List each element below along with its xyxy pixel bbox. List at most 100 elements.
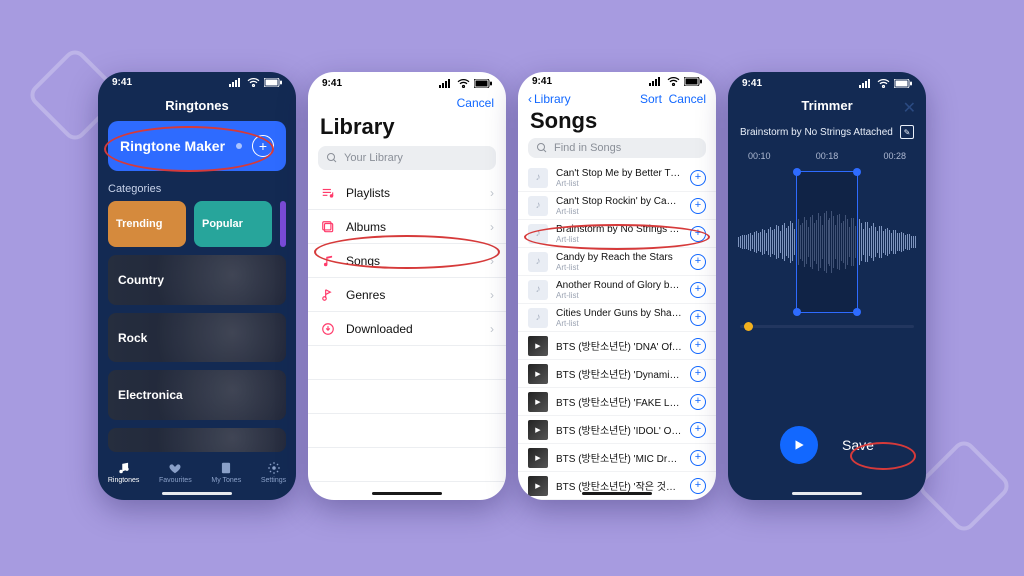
- song-row[interactable]: ♪ Can't Stop Me by Better TimesArt-list +: [518, 164, 716, 192]
- sort-button[interactable]: Sort: [640, 92, 662, 106]
- add-song-icon[interactable]: +: [690, 450, 706, 466]
- track-row: Brainstorm by No Strings Attached ✎: [728, 119, 926, 145]
- add-song-icon[interactable]: +: [690, 394, 706, 410]
- add-song-icon[interactable]: +: [690, 226, 706, 242]
- add-song-icon[interactable]: +: [690, 310, 706, 326]
- song-row[interactable]: ♪Can't Stop Rockin' by Can't Get E…Art-l…: [518, 192, 716, 220]
- music-note-icon: ♪: [528, 168, 548, 188]
- video-thumb: [528, 476, 548, 496]
- song-row[interactable]: ♪Candy by Reach the StarsArt-list+: [518, 248, 716, 276]
- play-button[interactable]: [780, 426, 818, 464]
- top-bar: ‹Library Sort Cancel: [518, 90, 716, 108]
- chip-trending[interactable]: Trending: [108, 201, 186, 247]
- categories-label: Categories: [108, 183, 286, 195]
- search-input[interactable]: Find in Songs: [528, 138, 706, 158]
- save-button[interactable]: Save: [842, 437, 874, 453]
- album-icon: [320, 220, 336, 234]
- status-icons: [229, 78, 282, 87]
- song-row[interactable]: BTS (방탄소년단) 'MIC Drop (Steve… +: [518, 444, 716, 472]
- music-note-icon: ♪: [528, 224, 548, 244]
- genre-row-country[interactable]: Country: [108, 255, 286, 305]
- phone-trimmer: 9:41 Trimmer ✕ Brainstorm by No Strings …: [728, 72, 926, 500]
- chip-more[interactable]: [280, 201, 286, 247]
- music-note-icon: ♪: [528, 280, 548, 300]
- tab-mytones[interactable]: My Tones: [211, 461, 241, 484]
- song-text: BTS (방탄소년단) 'FAKE LOVE' Offi…: [556, 394, 682, 409]
- edit-icon[interactable]: ✎: [900, 125, 914, 139]
- song-text: Cities Under Guns by Sharp Thin…Art-list: [556, 308, 682, 328]
- song-text: BTS (방탄소년단) 'IDOL' Official MV: [556, 422, 682, 437]
- categories-section: Categories Trending Popular: [98, 181, 296, 247]
- chevron-left-icon: ‹: [528, 92, 532, 106]
- page-title: Library: [308, 112, 506, 146]
- add-song-icon[interactable]: +: [690, 422, 706, 438]
- signal-icon: [439, 79, 453, 88]
- genre-icon: [320, 288, 336, 302]
- add-song-icon[interactable]: +: [690, 338, 706, 354]
- genre-row-rock[interactable]: Rock: [108, 313, 286, 363]
- add-song-icon[interactable]: +: [690, 254, 706, 270]
- chevron-right-icon: ›: [490, 322, 494, 336]
- category-chips: Trending Popular: [108, 201, 286, 247]
- status-icons: [439, 79, 492, 88]
- search-icon: [326, 152, 338, 164]
- song-row[interactable]: BTS (방탄소년단) 'DNA' Official MV+: [518, 332, 716, 360]
- ringtone-maker-card[interactable]: Ringtone Maker +: [108, 121, 286, 171]
- genre-row-partial[interactable]: [108, 428, 286, 452]
- waveform[interactable]: [738, 167, 916, 317]
- chevron-right-icon: ›: [490, 254, 494, 268]
- video-thumb: [528, 336, 548, 356]
- phones-row: 9:41 Ringtones Ringtone Maker + Categori…: [0, 72, 1024, 500]
- search-icon: [536, 142, 548, 154]
- song-text: BTS (방탄소년단) 'Dynamite' Offici…: [556, 366, 682, 381]
- status-time: 9:41: [322, 78, 342, 89]
- library-item-playlists[interactable]: Playlists›: [308, 176, 506, 210]
- song-row[interactable]: BTS (방탄소년단) 'IDOL' Official MV +: [518, 416, 716, 444]
- cancel-button[interactable]: Cancel: [308, 94, 506, 112]
- battery-icon: [264, 78, 282, 87]
- battery-icon: [474, 79, 492, 88]
- song-text: BTS (방탄소년단) 'MIC Drop (Steve…: [556, 450, 682, 465]
- search-input[interactable]: Your Library: [318, 146, 496, 170]
- library-item-genres[interactable]: Genres›: [308, 278, 506, 312]
- add-song-icon[interactable]: +: [690, 170, 706, 186]
- status-bar: 9:41: [98, 72, 296, 94]
- add-song-icon[interactable]: +: [690, 366, 706, 382]
- song-row[interactable]: BTS (방탄소년단) 'Dynamite' Offici… +: [518, 360, 716, 388]
- trim-selection[interactable]: [796, 171, 858, 313]
- video-thumb: [528, 364, 548, 384]
- song-row[interactable]: ♪ Brainstorm by No Strings AttachedArt-li…: [518, 220, 716, 248]
- song-text: Another Round of Glory by The R…Art-list: [556, 280, 682, 300]
- song-row[interactable]: BTS (방탄소년단) '작은 것들을 위한…+: [518, 472, 716, 500]
- status-icons: [649, 77, 702, 86]
- song-row[interactable]: BTS (방탄소년단) 'FAKE LOVE' Offi… +: [518, 388, 716, 416]
- tab-ringtones[interactable]: Ringtones: [108, 461, 140, 484]
- status-time: 9:41: [742, 78, 762, 89]
- add-song-icon[interactable]: +: [690, 478, 706, 494]
- home-indicator: [792, 492, 862, 495]
- library-item-albums[interactable]: Albums›: [308, 210, 506, 244]
- page-title: Ringtones: [98, 94, 296, 121]
- signal-icon: [229, 78, 243, 87]
- song-icon: [320, 254, 336, 268]
- chip-popular[interactable]: Popular: [194, 201, 272, 247]
- genre-row-electronica[interactable]: Electronica: [108, 370, 286, 420]
- add-song-icon[interactable]: +: [690, 282, 706, 298]
- song-text: Can't Stop Me by Better TimesArt-list: [556, 168, 682, 188]
- add-icon[interactable]: +: [252, 135, 274, 157]
- close-icon[interactable]: ✕: [903, 98, 916, 118]
- library-item-downloaded[interactable]: Downloaded›: [308, 312, 506, 346]
- song-row[interactable]: ♪ Another Round of Glory by The R…Art-lis…: [518, 276, 716, 304]
- cancel-button[interactable]: Cancel: [669, 92, 706, 106]
- phone-ringtones: 9:41 Ringtones Ringtone Maker + Categori…: [98, 72, 296, 500]
- progress-bar[interactable]: [740, 325, 914, 328]
- song-row[interactable]: ♪Cities Under Guns by Sharp Thin…Art-lis…: [518, 304, 716, 332]
- progress-handle[interactable]: [744, 322, 753, 331]
- tab-favourites[interactable]: Favourites: [159, 461, 192, 484]
- song-text: Brainstorm by No Strings AttachedArt-lis…: [556, 224, 682, 244]
- back-button[interactable]: ‹Library: [528, 92, 571, 106]
- add-song-icon[interactable]: +: [690, 198, 706, 214]
- page-title: Songs: [518, 108, 716, 138]
- tab-settings[interactable]: Settings: [261, 461, 286, 484]
- library-item-songs[interactable]: Songs›: [308, 244, 506, 278]
